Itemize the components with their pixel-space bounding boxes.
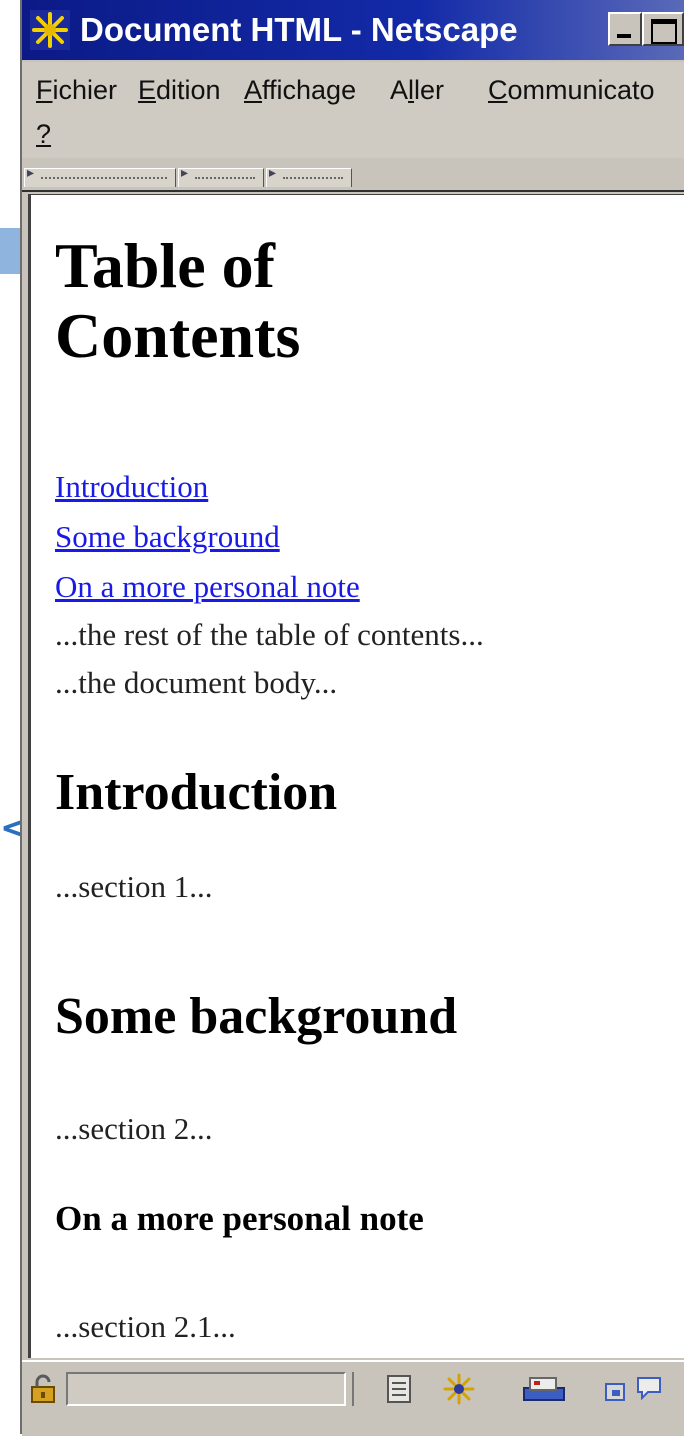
- composer-icon[interactable]: [634, 1372, 668, 1406]
- netscape-logo-icon[interactable]: [30, 10, 70, 50]
- section-text-2: ...section 2...: [55, 1111, 213, 1146]
- section-heading-introduction: Introduction: [55, 764, 338, 821]
- menu-help[interactable]: ?: [36, 116, 51, 152]
- toc-heading-line-1: Table of: [55, 230, 275, 301]
- toc-rest-text: ...the rest of the table of contents...: [55, 617, 484, 652]
- window-title: Document HTML - Netscape: [80, 11, 518, 48]
- slide-arrow-glyph: <: [0, 808, 29, 848]
- collapsed-toolbar-tab-3[interactable]: [266, 165, 352, 187]
- newsgroup-icon[interactable]: [602, 1372, 636, 1406]
- section-text-1: ...section 1...: [55, 869, 213, 904]
- menu-communicator[interactable]: Communicato: [488, 72, 655, 108]
- browser-window: Document HTML - Netscape Fichier Edition…: [20, 0, 684, 1436]
- menu-fichier[interactable]: Fichier: [36, 72, 117, 108]
- menu-affichage[interactable]: Affichage: [244, 72, 356, 108]
- slide-decoration-block: [0, 228, 20, 274]
- lock-icon[interactable]: [28, 1374, 58, 1404]
- document-icon[interactable]: [382, 1372, 416, 1406]
- document-body-text: ...the document body...: [55, 665, 338, 700]
- page-content[interactable]: Table of Contents Introduction Some back…: [28, 194, 684, 1358]
- status-bar: [22, 1360, 684, 1436]
- section-heading-background: Some background: [55, 988, 458, 1045]
- collapsed-toolbar-tab-1[interactable]: [24, 165, 176, 187]
- minimize-button[interactable]: [608, 12, 642, 46]
- status-divider: [352, 1372, 372, 1406]
- section-text-2-1: ...section 2.1...: [55, 1309, 236, 1344]
- progress-bar: [66, 1372, 346, 1406]
- menu-edition[interactable]: Edition: [138, 72, 221, 108]
- toc-heading-line-2: Contents: [55, 300, 301, 371]
- collapsed-toolbar-tab-2[interactable]: [178, 165, 264, 187]
- toc-heading: Table of Contents: [55, 231, 300, 371]
- toc-link-some-background[interactable]: Some background: [55, 517, 280, 557]
- title-bar[interactable]: Document HTML - Netscape: [22, 0, 684, 60]
- mail-icon[interactable]: [520, 1372, 570, 1406]
- toc-link-introduction[interactable]: Introduction: [55, 467, 208, 507]
- maximize-button[interactable]: [642, 12, 684, 46]
- toolbar-collapse-tabs: [22, 164, 684, 192]
- menu-bar: Fichier Edition Affichage Aller Communic…: [22, 62, 684, 158]
- navigator-icon[interactable]: [442, 1372, 476, 1406]
- menu-aller[interactable]: Aller: [390, 72, 444, 108]
- section-heading-personal-note: On a more personal note: [55, 1199, 424, 1238]
- toc-link-personal-note[interactable]: On a more personal note: [55, 567, 360, 607]
- desktop-background: [0, 0, 20, 1434]
